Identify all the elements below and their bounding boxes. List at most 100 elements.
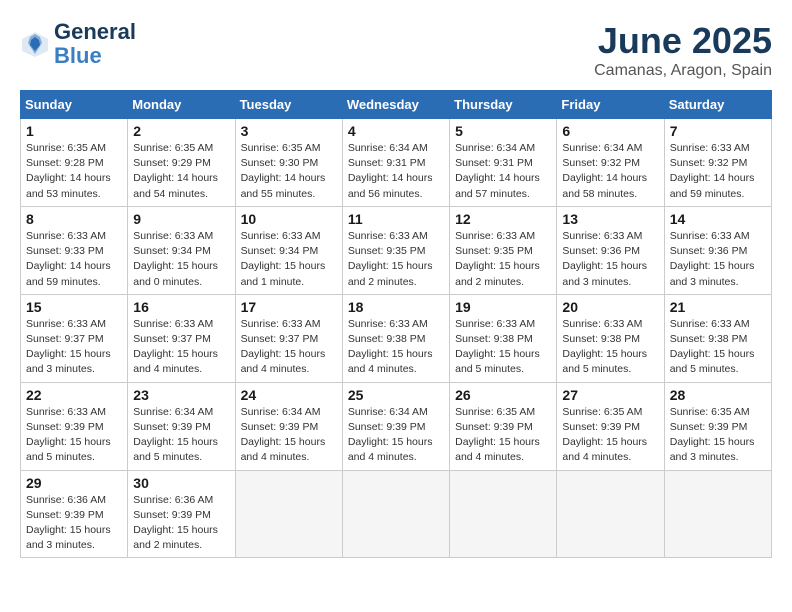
day-number: 28: [670, 387, 766, 403]
day-number: 11: [348, 211, 444, 227]
column-header-wednesday: Wednesday: [342, 91, 449, 119]
column-header-saturday: Saturday: [664, 91, 771, 119]
day-number: 14: [670, 211, 766, 227]
day-info: Sunrise: 6:35 AM Sunset: 9:29 PM Dayligh…: [133, 141, 229, 202]
logo-line2: Blue: [54, 44, 136, 68]
day-info: Sunrise: 6:36 AM Sunset: 9:39 PM Dayligh…: [26, 493, 122, 554]
calendar-cell: 21Sunrise: 6:33 AM Sunset: 9:38 PM Dayli…: [664, 294, 771, 382]
day-number: 23: [133, 387, 229, 403]
calendar-cell: 16 Sunrise: 6:33 AM Sunset: 9:37 PM Dayli…: [128, 294, 235, 382]
calendar-cell: 18Sunrise: 6:33 AM Sunset: 9:38 PM Dayli…: [342, 294, 449, 382]
calendar-cell: 23 Sunrise: 6:34 AM Sunset: 9:39 PM Dayli…: [128, 382, 235, 470]
column-header-thursday: Thursday: [450, 91, 557, 119]
day-number: 6: [562, 123, 658, 139]
day-number: 12: [455, 211, 551, 227]
day-number: 7: [670, 123, 766, 139]
calendar-cell: [664, 470, 771, 558]
calendar-cell: 27 Sunrise: 6:35 AM Sunset: 9:39 PM Dayli…: [557, 382, 664, 470]
calendar-cell: 22 Sunrise: 6:33 AM Sunset: 9:39 PM Dayli…: [21, 382, 128, 470]
day-info: Sunrise: 6:33 AM Sunset: 9:37 PM Dayligh…: [241, 317, 337, 378]
calendar-cell: 26 Sunrise: 6:35 AM Sunset: 9:39 PM Dayli…: [450, 382, 557, 470]
calendar-week-1: 1 Sunrise: 6:35 AM Sunset: 9:28 PM Daylig…: [21, 119, 772, 207]
calendar-cell: [557, 470, 664, 558]
calendar-week-2: 8 Sunrise: 6:33 AM Sunset: 9:33 PM Daylig…: [21, 206, 772, 294]
day-number: 26: [455, 387, 551, 403]
column-header-sunday: Sunday: [21, 91, 128, 119]
day-info: Sunrise: 6:34 AM Sunset: 9:39 PM Dayligh…: [348, 405, 444, 466]
month-title: June 2025: [594, 20, 772, 62]
calendar-cell: 7 Sunrise: 6:33 AM Sunset: 9:32 PM Daylig…: [664, 119, 771, 207]
day-info: Sunrise: 6:33 AM Sunset: 9:32 PM Dayligh…: [670, 141, 766, 202]
calendar-cell: [450, 470, 557, 558]
day-number: 24: [241, 387, 337, 403]
day-number: 9: [133, 211, 229, 227]
calendar-cell: 25Sunrise: 6:34 AM Sunset: 9:39 PM Dayli…: [342, 382, 449, 470]
day-number: 19: [455, 299, 551, 315]
calendar-cell: 1 Sunrise: 6:35 AM Sunset: 9:28 PM Daylig…: [21, 119, 128, 207]
calendar-week-5: 29 Sunrise: 6:36 AM Sunset: 9:39 PM Dayli…: [21, 470, 772, 558]
calendar-cell: 30 Sunrise: 6:36 AM Sunset: 9:39 PM Dayli…: [128, 470, 235, 558]
day-info: Sunrise: 6:35 AM Sunset: 9:39 PM Dayligh…: [670, 405, 766, 466]
logo: General Blue: [20, 20, 136, 68]
day-number: 29: [26, 475, 122, 491]
day-number: 17: [241, 299, 337, 315]
day-info: Sunrise: 6:33 AM Sunset: 9:39 PM Dayligh…: [26, 405, 122, 466]
day-info: Sunrise: 6:33 AM Sunset: 9:33 PM Dayligh…: [26, 229, 122, 290]
calendar-cell: 24 Sunrise: 6:34 AM Sunset: 9:39 PM Dayli…: [235, 382, 342, 470]
calendar-cell: 13 Sunrise: 6:33 AM Sunset: 9:36 PM Dayli…: [557, 206, 664, 294]
calendar-cell: 6 Sunrise: 6:34 AM Sunset: 9:32 PM Daylig…: [557, 119, 664, 207]
day-number: 8: [26, 211, 122, 227]
day-info: Sunrise: 6:33 AM Sunset: 9:34 PM Dayligh…: [133, 229, 229, 290]
day-info: Sunrise: 6:34 AM Sunset: 9:39 PM Dayligh…: [241, 405, 337, 466]
title-block: June 2025 Camanas, Aragon, Spain: [594, 20, 772, 80]
day-number: 22: [26, 387, 122, 403]
calendar-cell: 12 Sunrise: 6:33 AM Sunset: 9:35 PM Dayli…: [450, 206, 557, 294]
day-info: Sunrise: 6:36 AM Sunset: 9:39 PM Dayligh…: [133, 493, 229, 554]
day-number: 2: [133, 123, 229, 139]
calendar-cell: [235, 470, 342, 558]
day-number: 16: [133, 299, 229, 315]
day-info: Sunrise: 6:35 AM Sunset: 9:39 PM Dayligh…: [562, 405, 658, 466]
logo-icon: [20, 29, 50, 59]
day-number: 13: [562, 211, 658, 227]
calendar-table: SundayMondayTuesdayWednesdayThursdayFrid…: [20, 90, 772, 558]
day-info: Sunrise: 6:33 AM Sunset: 9:37 PM Dayligh…: [133, 317, 229, 378]
day-info: Sunrise: 6:33 AM Sunset: 9:38 PM Dayligh…: [562, 317, 658, 378]
calendar-cell: 20Sunrise: 6:33 AM Sunset: 9:38 PM Dayli…: [557, 294, 664, 382]
day-number: 5: [455, 123, 551, 139]
location-subtitle: Camanas, Aragon, Spain: [594, 62, 772, 80]
day-number: 4: [348, 123, 444, 139]
day-info: Sunrise: 6:35 AM Sunset: 9:30 PM Dayligh…: [241, 141, 337, 202]
day-info: Sunrise: 6:33 AM Sunset: 9:34 PM Dayligh…: [241, 229, 337, 290]
calendar-cell: 11Sunrise: 6:33 AM Sunset: 9:35 PM Dayli…: [342, 206, 449, 294]
calendar-cell: 28 Sunrise: 6:35 AM Sunset: 9:39 PM Dayli…: [664, 382, 771, 470]
day-number: 10: [241, 211, 337, 227]
calendar-cell: 17 Sunrise: 6:33 AM Sunset: 9:37 PM Dayli…: [235, 294, 342, 382]
calendar-cell: 29 Sunrise: 6:36 AM Sunset: 9:39 PM Dayli…: [21, 470, 128, 558]
calendar-cell: 5 Sunrise: 6:34 AM Sunset: 9:31 PM Daylig…: [450, 119, 557, 207]
day-info: Sunrise: 6:34 AM Sunset: 9:39 PM Dayligh…: [133, 405, 229, 466]
day-number: 30: [133, 475, 229, 491]
day-number: 1: [26, 123, 122, 139]
day-info: Sunrise: 6:35 AM Sunset: 9:28 PM Dayligh…: [26, 141, 122, 202]
column-header-friday: Friday: [557, 91, 664, 119]
calendar-cell: 9 Sunrise: 6:33 AM Sunset: 9:34 PM Daylig…: [128, 206, 235, 294]
calendar-header-row: SundayMondayTuesdayWednesdayThursdayFrid…: [21, 91, 772, 119]
day-number: 18: [348, 299, 444, 315]
day-info: Sunrise: 6:34 AM Sunset: 9:32 PM Dayligh…: [562, 141, 658, 202]
calendar-cell: 14 Sunrise: 6:33 AM Sunset: 9:36 PM Dayli…: [664, 206, 771, 294]
day-info: Sunrise: 6:33 AM Sunset: 9:36 PM Dayligh…: [670, 229, 766, 290]
calendar-cell: 10 Sunrise: 6:33 AM Sunset: 9:34 PM Dayli…: [235, 206, 342, 294]
logo-line1: General: [54, 20, 136, 44]
calendar-cell: [342, 470, 449, 558]
day-info: Sunrise: 6:34 AM Sunset: 9:31 PM Dayligh…: [455, 141, 551, 202]
day-info: Sunrise: 6:35 AM Sunset: 9:39 PM Dayligh…: [455, 405, 551, 466]
day-number: 15: [26, 299, 122, 315]
day-number: 27: [562, 387, 658, 403]
calendar-week-4: 22 Sunrise: 6:33 AM Sunset: 9:39 PM Dayli…: [21, 382, 772, 470]
day-info: Sunrise: 6:33 AM Sunset: 9:35 PM Dayligh…: [455, 229, 551, 290]
page-header: General Blue June 2025 Camanas, Aragon, …: [20, 20, 772, 80]
calendar-cell: 3Sunrise: 6:35 AM Sunset: 9:30 PM Daylig…: [235, 119, 342, 207]
calendar-week-3: 15 Sunrise: 6:33 AM Sunset: 9:37 PM Dayli…: [21, 294, 772, 382]
day-info: Sunrise: 6:33 AM Sunset: 9:36 PM Dayligh…: [562, 229, 658, 290]
